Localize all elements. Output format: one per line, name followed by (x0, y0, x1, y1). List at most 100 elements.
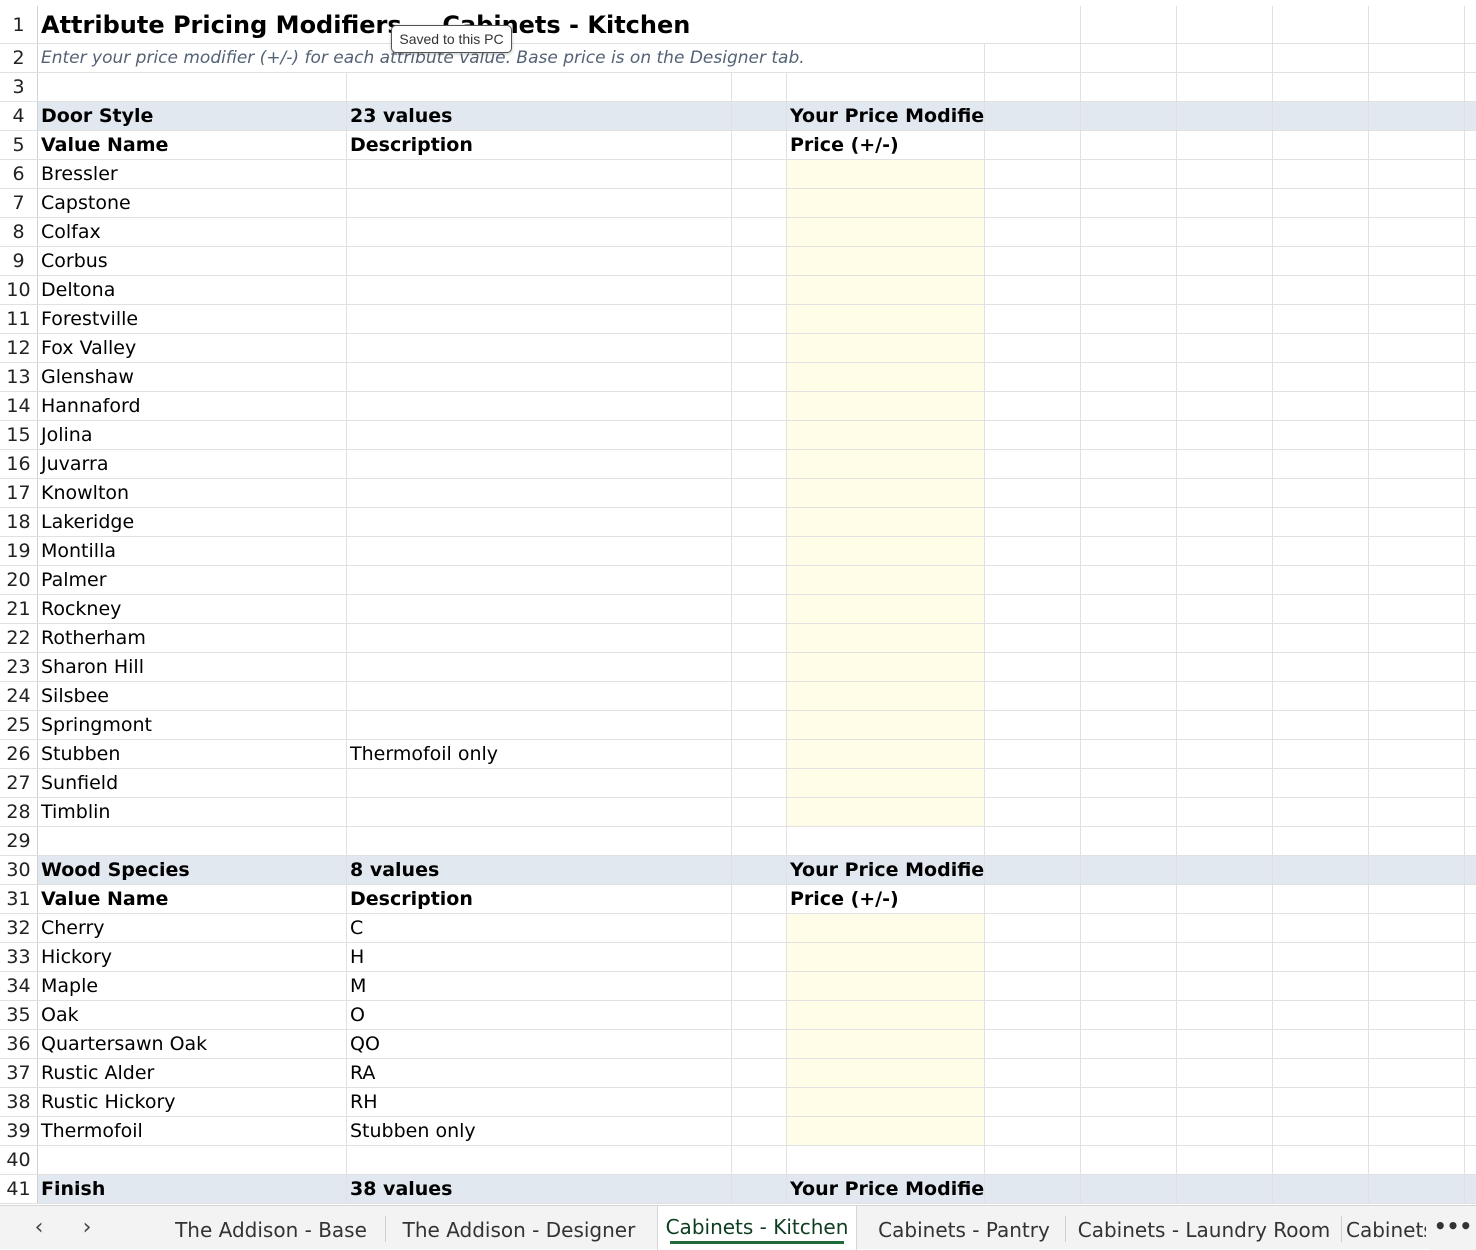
cell[interactable] (1273, 276, 1369, 304)
cell[interactable] (1081, 711, 1177, 739)
row-number[interactable]: 1 (0, 6, 38, 43)
more-icon[interactable]: ••• (1430, 1206, 1476, 1250)
cell[interactable] (1081, 363, 1177, 391)
cell[interactable] (1081, 189, 1177, 217)
cell[interactable] (732, 6, 787, 43)
cell[interactable] (1273, 566, 1369, 594)
cell[interactable] (1273, 450, 1369, 478)
sheet-tab[interactable]: Cabinets - Pantry (866, 1206, 1062, 1250)
column-header[interactable]: Description (347, 131, 732, 159)
cell[interactable] (1081, 305, 1177, 333)
cell[interactable] (1369, 305, 1465, 333)
cell[interactable] (1177, 305, 1273, 333)
price-modifier-input[interactable] (787, 363, 985, 391)
price-modifier-input[interactable] (787, 682, 985, 710)
cell[interactable] (1081, 1117, 1177, 1145)
row-number[interactable]: 39 (0, 1117, 38, 1145)
cell[interactable] (1465, 44, 1476, 72)
chevron-right-icon[interactable]: › (72, 1206, 102, 1250)
section-title[interactable]: Finish (38, 1175, 347, 1203)
cell[interactable] (1369, 218, 1465, 246)
row-number[interactable]: 27 (0, 769, 38, 797)
cell[interactable] (985, 73, 1081, 101)
cell[interactable] (1369, 595, 1465, 623)
cell[interactable] (732, 450, 787, 478)
cell[interactable] (1369, 624, 1465, 652)
cell[interactable] (985, 1059, 1081, 1087)
description-cell[interactable]: RH (347, 1088, 732, 1116)
cell[interactable] (732, 44, 787, 72)
cell[interactable] (1273, 1088, 1369, 1116)
cell[interactable] (1081, 682, 1177, 710)
row-number[interactable]: 36 (0, 1030, 38, 1058)
cell[interactable] (1465, 1117, 1476, 1145)
description-cell[interactable] (347, 160, 732, 188)
cell[interactable] (1177, 247, 1273, 275)
cell[interactable] (985, 6, 1081, 43)
value-name-cell[interactable]: Rotherham (38, 624, 347, 652)
cell[interactable] (1369, 1001, 1465, 1029)
cell[interactable] (732, 479, 787, 507)
description-cell[interactable] (347, 653, 732, 681)
row-number[interactable]: 30 (0, 856, 38, 884)
cell[interactable] (1369, 1117, 1465, 1145)
spreadsheet-grid[interactable]: 1 Attribute Pricing Modifiers — Cabinets … (0, 0, 1476, 1205)
cell[interactable] (985, 682, 1081, 710)
cell[interactable] (1177, 44, 1273, 72)
cell[interactable] (732, 1175, 787, 1203)
section-count[interactable]: 38 values (347, 1175, 732, 1203)
value-name-cell[interactable]: Deltona (38, 276, 347, 304)
cell[interactable] (985, 711, 1081, 739)
cell[interactable] (1177, 624, 1273, 652)
cell[interactable] (1177, 1030, 1273, 1058)
cell[interactable] (985, 1001, 1081, 1029)
value-name-cell[interactable]: Fox Valley (38, 334, 347, 362)
row-number[interactable]: 17 (0, 479, 38, 507)
row-number[interactable]: 12 (0, 334, 38, 362)
cell[interactable] (1177, 537, 1273, 565)
description-cell[interactable]: Stubben only (347, 1117, 732, 1145)
cell[interactable] (1465, 160, 1476, 188)
column-header[interactable]: Value Name (38, 885, 347, 913)
price-modifier-input[interactable] (787, 943, 985, 971)
cell[interactable] (1273, 537, 1369, 565)
cell[interactable] (1369, 1146, 1465, 1174)
cell[interactable] (787, 73, 985, 101)
page-subtitle[interactable]: Enter your price modifier (+/-) for each… (38, 44, 805, 72)
cell[interactable] (1465, 102, 1476, 130)
cell[interactable] (732, 508, 787, 536)
cell[interactable] (1273, 218, 1369, 246)
cell[interactable] (1465, 827, 1476, 855)
cell[interactable] (985, 595, 1081, 623)
price-modifier-input[interactable] (787, 479, 985, 507)
row-number[interactable]: 29 (0, 827, 38, 855)
cell[interactable] (1177, 1175, 1273, 1203)
cell[interactable] (1369, 276, 1465, 304)
description-cell[interactable] (347, 537, 732, 565)
value-name-cell[interactable]: Sunfield (38, 769, 347, 797)
value-name-cell[interactable]: Rustic Alder (38, 1059, 347, 1087)
cell[interactable] (1177, 885, 1273, 913)
cell[interactable] (1177, 943, 1273, 971)
value-name-cell[interactable]: Sharon Hill (38, 653, 347, 681)
cell[interactable] (985, 44, 1081, 72)
price-modifier-header[interactable]: Your Price Modifier (787, 1175, 994, 1203)
price-modifier-input[interactable] (787, 218, 985, 246)
cell[interactable] (347, 73, 732, 101)
section-title[interactable]: Door Style (38, 102, 347, 130)
description-cell[interactable] (347, 682, 732, 710)
cell[interactable] (1369, 421, 1465, 449)
cell[interactable] (1273, 392, 1369, 420)
cell[interactable] (1369, 827, 1465, 855)
cell[interactable] (1177, 276, 1273, 304)
cell[interactable] (1273, 6, 1369, 43)
cell[interactable] (1177, 1001, 1273, 1029)
row-number[interactable]: 40 (0, 1146, 38, 1174)
description-cell[interactable]: C (347, 914, 732, 942)
sheet-tab[interactable]: Cabinets - Kitchen (657, 1206, 857, 1250)
cell[interactable] (732, 305, 787, 333)
page-title[interactable]: Attribute Pricing Modifiers — Cabinets -… (38, 6, 690, 43)
chevron-left-icon[interactable]: ‹ (24, 1206, 54, 1250)
cell[interactable] (985, 769, 1081, 797)
value-name-cell[interactable]: Rockney (38, 595, 347, 623)
